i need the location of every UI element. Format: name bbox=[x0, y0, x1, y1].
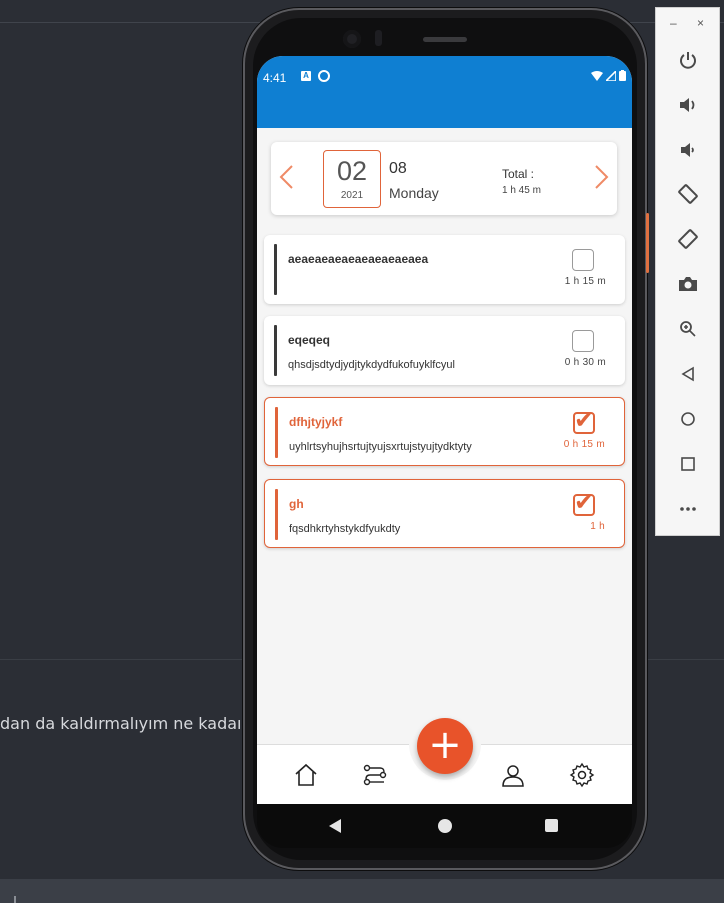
volume-down-icon bbox=[681, 143, 694, 157]
task-checkbox-checked[interactable]: ✔ bbox=[573, 408, 595, 434]
day-box[interactable]: 02 2021 bbox=[323, 150, 381, 208]
zoom-icon bbox=[680, 321, 696, 337]
rotate-right-button[interactable] bbox=[674, 225, 702, 253]
earpiece-speaker bbox=[423, 37, 467, 42]
system-status-icons bbox=[591, 70, 626, 81]
bottom-bar bbox=[0, 879, 724, 903]
rotate-left-button[interactable] bbox=[674, 180, 702, 208]
total-label: Total : bbox=[502, 167, 535, 181]
next-day-button[interactable] bbox=[592, 164, 612, 194]
status-time: 4:41 bbox=[263, 71, 287, 85]
overview-button[interactable] bbox=[674, 450, 702, 478]
side-button[interactable] bbox=[646, 213, 649, 273]
zoom-button[interactable] bbox=[674, 315, 702, 343]
back-button[interactable] bbox=[674, 360, 702, 388]
power-icon bbox=[680, 52, 696, 69]
back-icon bbox=[681, 366, 694, 382]
total-value: 1 h 45 m bbox=[502, 185, 541, 196]
notification-sync-icon bbox=[318, 70, 330, 82]
task-card-completed[interactable]: dfhjtyjykf uyhlrtsyhujhsrtujtyujsxrtujst… bbox=[264, 397, 625, 466]
app-bar: 4:41 A bbox=[257, 56, 632, 128]
task-color-bar bbox=[274, 244, 277, 295]
task-title: gh bbox=[289, 497, 304, 511]
task-checkbox-checked[interactable]: ✔ bbox=[573, 490, 595, 516]
screenshot-button[interactable] bbox=[674, 270, 702, 298]
nav-home-button[interactable] bbox=[293, 762, 319, 788]
weekday: Monday bbox=[389, 185, 439, 201]
nav-profile-button[interactable] bbox=[500, 762, 526, 788]
rotate-left-icon bbox=[678, 184, 698, 204]
previous-day-button[interactable] bbox=[276, 164, 296, 194]
notification-a-icon: A bbox=[301, 71, 311, 81]
month: 08 bbox=[389, 160, 407, 177]
system-navigation-bar bbox=[257, 804, 632, 848]
close-button[interactable]: × bbox=[697, 16, 704, 30]
rotate-right-icon bbox=[678, 229, 698, 249]
camera-sensor bbox=[375, 30, 382, 46]
status-bar: 4:41 A bbox=[257, 66, 632, 88]
task-color-bar bbox=[275, 489, 278, 540]
system-recents-button[interactable] bbox=[545, 819, 558, 832]
task-description: qhsdjsdtydjydjtykdydfukofuyklfcyul bbox=[288, 359, 455, 371]
task-title: dfhjtyjykf bbox=[289, 415, 343, 429]
system-back-button[interactable] bbox=[329, 819, 341, 833]
app-screen: 4:41 A 02 2021 08 Monday Total : 1 h 45 … bbox=[257, 56, 632, 804]
task-color-bar bbox=[274, 325, 277, 376]
task-checkbox[interactable] bbox=[572, 330, 594, 352]
volume-down-button[interactable] bbox=[674, 136, 702, 164]
task-checkbox[interactable] bbox=[572, 249, 594, 271]
emulator-toolbar: – × bbox=[655, 7, 720, 536]
nav-settings-button[interactable] bbox=[569, 762, 595, 788]
task-color-bar bbox=[275, 407, 278, 458]
add-task-button[interactable]: + bbox=[417, 718, 473, 774]
wifi-icon bbox=[591, 71, 603, 81]
home-circle-icon bbox=[681, 412, 695, 426]
more-icon bbox=[680, 507, 696, 511]
profile-icon bbox=[502, 765, 524, 787]
task-description: uyhlrtsyhujhsrtujtyujsxrtujstyujtydktyty bbox=[289, 441, 472, 453]
year: 2021 bbox=[340, 190, 364, 201]
checkmark-icon: ✔ bbox=[574, 488, 595, 516]
checkmark-icon: ✔ bbox=[574, 406, 595, 434]
task-duration: 1 h bbox=[590, 521, 605, 532]
battery-icon bbox=[619, 70, 626, 81]
home-icon bbox=[295, 763, 317, 786]
front-camera bbox=[343, 30, 361, 48]
nav-routes-button[interactable] bbox=[362, 762, 388, 788]
chevron-right-icon bbox=[595, 165, 609, 189]
chevron-left-icon bbox=[279, 165, 293, 189]
volume-up-icon bbox=[680, 98, 695, 112]
day-number: 02 bbox=[336, 156, 368, 186]
camera-icon bbox=[679, 277, 697, 291]
chat-message-text: dan da kaldırmalıyım ne kadaı bbox=[0, 714, 242, 733]
date-card: 02 2021 08 Monday Total : 1 h 45 m bbox=[271, 142, 617, 215]
home-button[interactable] bbox=[674, 405, 702, 433]
task-card[interactable]: eqeqeq qhsdjsdtydjydjtykdydfukofuyklfcyu… bbox=[264, 316, 625, 385]
settings-icon bbox=[569, 762, 595, 788]
volume-up-button[interactable] bbox=[674, 91, 702, 119]
routes-icon bbox=[363, 764, 387, 786]
more-button[interactable] bbox=[674, 495, 702, 523]
overview-icon bbox=[681, 457, 695, 471]
system-home-button[interactable] bbox=[438, 819, 452, 833]
task-card[interactable]: aeaeaeaeaeaeaeaeaeaea 1 h 15 m bbox=[264, 235, 625, 304]
power-button[interactable] bbox=[674, 46, 702, 74]
bottom-bar-marker bbox=[14, 896, 16, 903]
task-duration: 1 h 15 m bbox=[564, 276, 606, 287]
plus-icon: + bbox=[428, 722, 462, 768]
minimize-button[interactable]: – bbox=[670, 16, 677, 30]
task-title: eqeqeq bbox=[288, 333, 331, 347]
task-card-completed[interactable]: gh fqsdhkrtyhstykdfyukdty ✔ 1 h bbox=[264, 479, 625, 548]
signal-icon bbox=[606, 71, 616, 81]
task-title: aeaeaeaeaeaeaeaeaeaea bbox=[288, 252, 429, 266]
task-duration: 0 h 15 m bbox=[563, 439, 605, 450]
task-description: fqsdhkrtyhstykdfyukdty bbox=[289, 523, 401, 535]
task-duration: 0 h 30 m bbox=[564, 357, 606, 368]
